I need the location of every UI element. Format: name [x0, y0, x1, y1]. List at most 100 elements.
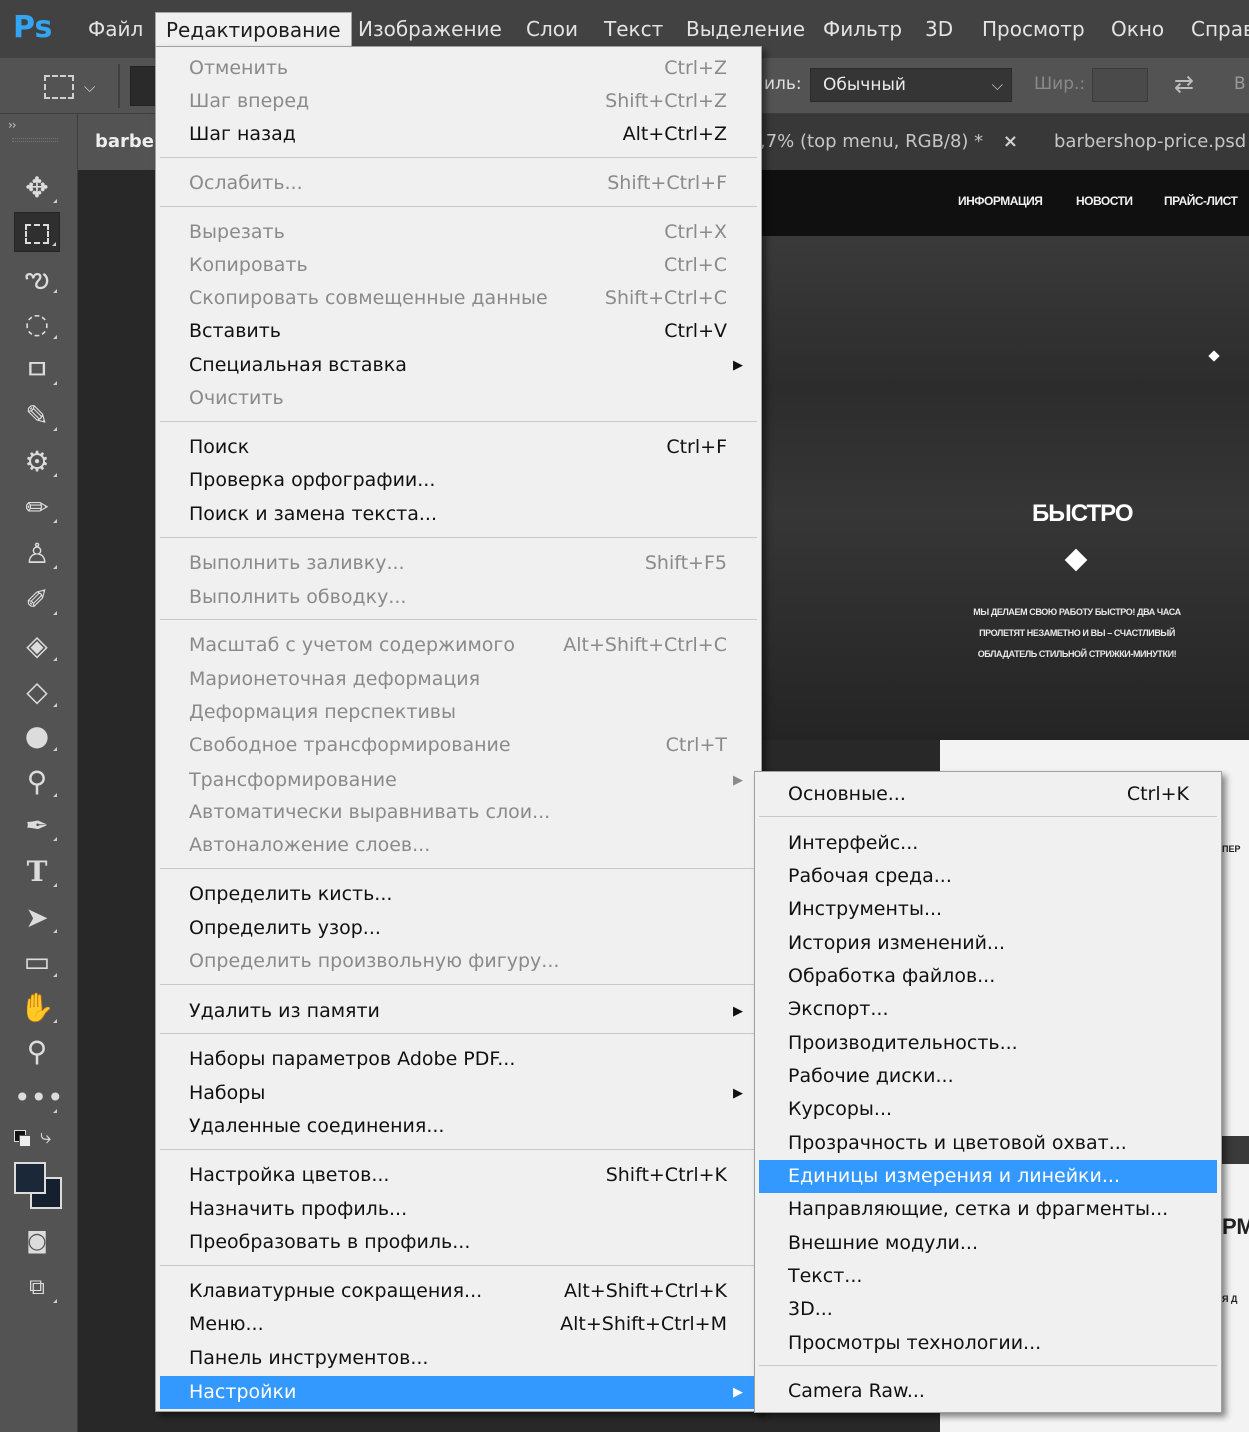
- menu-item-transform[interactable]: Трансформирование ▶: [160, 764, 757, 797]
- menu-item-purge[interactable]: Удалить из памяти ▶: [160, 995, 757, 1028]
- menu-item-menus[interactable]: Меню... Alt+Shift+Ctrl+M: [160, 1308, 757, 1341]
- menu-item-find-replace[interactable]: Поиск и замена текста...: [160, 498, 757, 531]
- menu-item-clear[interactable]: Очистить: [160, 382, 757, 415]
- submenu-item-file-handling[interactable]: Обработка файлов...: [759, 960, 1217, 993]
- menu-layers[interactable]: Слои: [526, 12, 578, 46]
- menu-item-puppet-warp[interactable]: Марионеточная деформация: [160, 663, 757, 696]
- menu-item-paste-special[interactable]: Специальная вставка ▶: [160, 349, 757, 382]
- submenu-item-history-log[interactable]: История изменений...: [759, 927, 1217, 960]
- screen-mode-icon[interactable]: ⧉: [14, 1268, 60, 1308]
- menu-item-toolbar[interactable]: Панель инструментов...: [160, 1342, 757, 1375]
- eyedropper-tool-icon[interactable]: ✎: [14, 396, 60, 436]
- more-tools-icon[interactable]: •••: [14, 1078, 64, 1118]
- submenu-item-general[interactable]: Основные... Ctrl+K: [759, 778, 1217, 811]
- submenu-item-interface[interactable]: Интерфейс...: [759, 827, 1217, 860]
- quick-mask-icon[interactable]: ◙: [14, 1222, 60, 1262]
- menu-item-remote-connections[interactable]: Удаленные соединения...: [160, 1110, 757, 1143]
- lasso-tool-icon[interactable]: ఌ: [14, 258, 60, 298]
- close-icon[interactable]: ×: [1003, 131, 1018, 152]
- menu-help[interactable]: Справ: [1191, 12, 1249, 46]
- submenu-item-3d[interactable]: 3D...: [759, 1293, 1217, 1326]
- submenu-item-tools[interactable]: Инструменты...: [759, 893, 1217, 926]
- submenu-item-workspace[interactable]: Рабочая среда...: [759, 860, 1217, 893]
- menu-type[interactable]: Текст: [604, 12, 663, 46]
- width-input[interactable]: [1092, 68, 1148, 102]
- marquee-preset-icon[interactable]: [44, 75, 74, 99]
- default-colors-icon[interactable]: [14, 1130, 31, 1147]
- menu-item-auto-blend[interactable]: Автоналожение слоев...: [160, 829, 757, 862]
- menu-item-step-forward[interactable]: Шаг вперед Shift+Ctrl+Z: [160, 85, 757, 118]
- menu-edit[interactable]: Редактирование: [155, 12, 352, 46]
- menu-image[interactable]: Изображение: [358, 12, 502, 46]
- menu-item-undo[interactable]: Отменить Ctrl+Z: [160, 52, 757, 85]
- crop-tool-icon[interactable]: ㅁ: [14, 350, 60, 390]
- submenu-item-scratch-disks[interactable]: Рабочие диски...: [759, 1060, 1217, 1093]
- menu-item-copy[interactable]: Копировать Ctrl+C: [160, 249, 757, 282]
- menu-item-assign-profile[interactable]: Назначить профиль...: [160, 1193, 757, 1226]
- eraser-tool-icon[interactable]: ◈: [14, 626, 60, 666]
- menu-item-search[interactable]: Поиск Ctrl+F: [160, 431, 757, 464]
- rectangle-tool-icon[interactable]: ▭: [14, 942, 60, 982]
- menu-item-step-backward[interactable]: Шаг назад Alt+Ctrl+Z: [160, 118, 757, 151]
- spot-healing-tool-icon[interactable]: ⚙: [14, 442, 60, 482]
- submenu-item-guides-grid-slices[interactable]: Направляющие, сетка и фрагменты...: [759, 1193, 1217, 1226]
- menu-item-define-pattern[interactable]: Определить узор...: [160, 912, 757, 945]
- submenu-item-export[interactable]: Экспорт...: [759, 993, 1217, 1026]
- menu-item-perspective-warp[interactable]: Деформация перспективы: [160, 696, 757, 729]
- submenu-item-performance[interactable]: Производительность...: [759, 1027, 1217, 1060]
- menu-item-fill[interactable]: Выполнить заливку... Shift+F5: [160, 547, 757, 580]
- history-brush-tool-icon[interactable]: ✐: [14, 580, 60, 620]
- menu-file[interactable]: Файл: [88, 12, 143, 46]
- menu-filter[interactable]: Фильтр: [823, 12, 902, 46]
- tab-top-menu[interactable]: ,7% (top menu, RGB/8) * ×: [758, 114, 1028, 170]
- rectangular-marquee-tool-icon[interactable]: [14, 212, 60, 252]
- menu-item-define-brush[interactable]: Определить кисть...: [160, 878, 757, 911]
- menu-item-preferences[interactable]: Настройки ▶: [160, 1376, 757, 1409]
- menu-item-define-shape[interactable]: Определить произвольную фигуру...: [160, 945, 757, 978]
- menu-item-paste[interactable]: Вставить Ctrl+V: [160, 315, 757, 348]
- menu-item-spell-check[interactable]: Проверка орфографии...: [160, 464, 757, 497]
- pen-tool-icon[interactable]: ✒: [14, 806, 60, 846]
- menu-item-pdf-presets[interactable]: Наборы параметров Adobe PDF...: [160, 1043, 757, 1076]
- zoom-tool-icon[interactable]: ⚲: [14, 1032, 60, 1072]
- dodge-tool-icon[interactable]: ⚲: [14, 762, 60, 802]
- submenu-item-camera-raw[interactable]: Camera Raw...: [759, 1375, 1217, 1408]
- brush-tool-icon[interactable]: ✏: [14, 488, 60, 528]
- foreground-color-swatch[interactable]: [14, 1162, 46, 1194]
- menu-select[interactable]: Выделение: [686, 12, 805, 46]
- swap-dimensions-icon[interactable]: ⇄: [1174, 70, 1194, 98]
- menu-item-copy-merged[interactable]: Скопировать совмещенные данные Shift+Ctrl…: [160, 282, 757, 315]
- menu-item-stroke[interactable]: Выполнить обводку...: [160, 581, 757, 614]
- hand-tool-icon[interactable]: ✋: [14, 988, 60, 1028]
- submenu-item-transparency-gamut[interactable]: Прозрачность и цветовой охват...: [759, 1127, 1217, 1160]
- submenu-item-units-rulers[interactable]: Единицы измерения и линейки...: [759, 1160, 1217, 1193]
- menu-item-convert-profile[interactable]: Преобразовать в профиль...: [160, 1226, 757, 1259]
- style-select[interactable]: Обычный ⌵: [810, 68, 1012, 102]
- menu-item-auto-align[interactable]: Автоматически выравнивать слои...: [160, 796, 757, 829]
- paint-bucket-tool-icon[interactable]: ◇: [14, 672, 60, 712]
- menu-item-content-aware-scale[interactable]: Масштаб с учетом содержимого Alt+Shift+Ct…: [160, 629, 757, 662]
- swap-colors-icon[interactable]: ⤷: [40, 1124, 51, 1148]
- menu-window[interactable]: Окно: [1111, 12, 1164, 46]
- menu-item-color-settings[interactable]: Настройка цветов... Shift+Ctrl+K: [160, 1159, 757, 1192]
- submenu-item-type[interactable]: Текст...: [759, 1260, 1217, 1293]
- submenu-item-plugins[interactable]: Внешние модули...: [759, 1227, 1217, 1260]
- move-tool-icon[interactable]: ✥: [14, 168, 60, 208]
- artboard-top-menu[interactable]: ИНФОРМАЦИЯ НОВОСТИ ПРАЙС-ЛИСТ БЫСТРО МЫ …: [760, 170, 1249, 740]
- menu-item-free-transform[interactable]: Свободное трансформирование Ctrl+T: [160, 729, 757, 762]
- submenu-item-cursors[interactable]: Курсоры...: [759, 1093, 1217, 1126]
- menu-3d[interactable]: 3D: [925, 12, 953, 46]
- menu-view[interactable]: Просмотр: [982, 12, 1085, 46]
- path-selection-tool-icon[interactable]: ➤: [14, 898, 60, 938]
- blur-tool-icon[interactable]: ●: [14, 716, 60, 756]
- chevron-down-icon[interactable]: ⌵: [84, 78, 95, 96]
- submenu-item-technology-previews[interactable]: Просмотры технологии...: [759, 1327, 1217, 1360]
- panel-grip[interactable]: [12, 138, 58, 142]
- type-tool-icon[interactable]: T: [14, 852, 60, 892]
- photoshop-logo-icon[interactable]: Ps: [13, 6, 61, 50]
- quick-selection-tool-icon[interactable]: ◌: [14, 304, 60, 344]
- tab-barber[interactable]: barber: [78, 114, 163, 170]
- menu-item-cut[interactable]: Вырезать Ctrl+X: [160, 216, 757, 249]
- tab-barbershop-price[interactable]: barbershop-price.psd: [1054, 114, 1249, 170]
- menu-item-fade[interactable]: Ослабить... Shift+Ctrl+F: [160, 167, 757, 200]
